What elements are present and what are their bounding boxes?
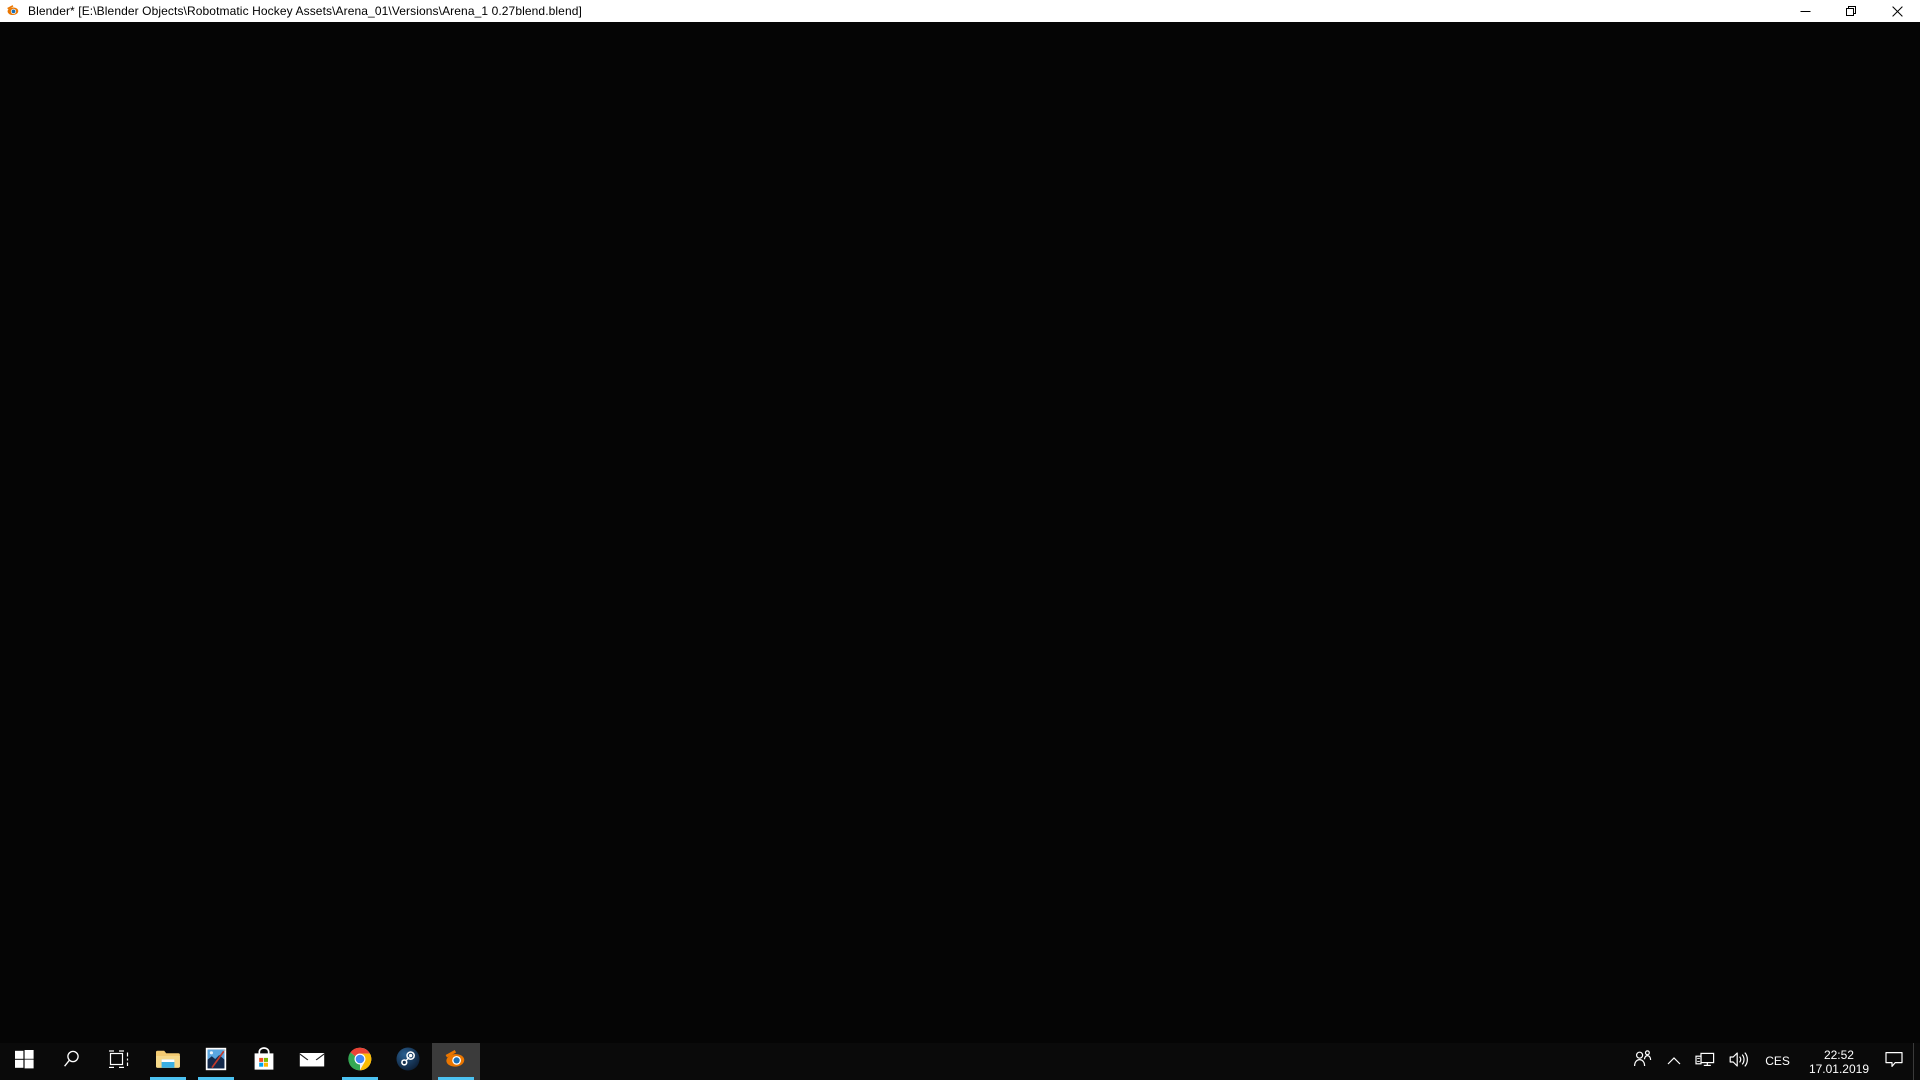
action-center-icon	[1885, 1051, 1903, 1073]
task-view-icon	[109, 1049, 131, 1074]
close-button[interactable]	[1874, 0, 1920, 22]
mail-button[interactable]	[288, 1043, 336, 1080]
minimize-button[interactable]	[1782, 0, 1828, 22]
clock-time: 22:52	[1823, 1047, 1854, 1062]
window-controls	[1782, 0, 1920, 22]
window-titlebar[interactable]: Blender* [E:\Blender Objects\Robotmatic …	[0, 0, 1920, 22]
clock-date: 17.01.2019	[1808, 1061, 1869, 1076]
microsoft-store-button[interactable]	[240, 1043, 288, 1080]
taskbar-spacer	[480, 1043, 1626, 1080]
language-indicator[interactable]: CES	[1756, 1043, 1799, 1080]
action-center-button[interactable]	[1879, 1043, 1909, 1080]
windows-start-icon	[14, 1049, 34, 1074]
network-button[interactable]	[1688, 1043, 1722, 1080]
restore-button[interactable]	[1828, 0, 1874, 22]
folder-icon	[155, 1048, 181, 1075]
minimize-icon	[1800, 6, 1811, 17]
search-button[interactable]	[48, 1043, 96, 1080]
blender-button[interactable]	[432, 1043, 480, 1080]
restore-icon	[1845, 5, 1857, 17]
close-icon	[1891, 5, 1903, 17]
file-explorer-button[interactable]	[144, 1043, 192, 1080]
speaker-icon	[1729, 1051, 1749, 1073]
blender-icon	[443, 1047, 469, 1076]
clock[interactable]: 22:52 17.01.2019	[1799, 1043, 1879, 1080]
network-monitor-icon	[1695, 1051, 1715, 1073]
steam-button[interactable]	[384, 1043, 432, 1080]
people-button[interactable]	[1626, 1043, 1660, 1080]
show-hidden-icons-button[interactable]	[1660, 1043, 1688, 1080]
task-view-button[interactable]	[96, 1043, 144, 1080]
envelope-icon	[299, 1049, 325, 1074]
desktop-screen: Blender* [E:\Blender Objects\Robotmatic …	[0, 0, 1920, 1080]
chevron-up-icon	[1667, 1053, 1681, 1071]
volume-button[interactable]	[1722, 1043, 1756, 1080]
window-title: Blender* [E:\Blender Objects\Robotmatic …	[28, 4, 582, 18]
photos-button[interactable]	[192, 1043, 240, 1080]
photos-icon	[205, 1047, 227, 1076]
blender-icon	[5, 3, 21, 19]
taskbar-buttons	[0, 1043, 480, 1080]
steam-icon	[396, 1047, 420, 1076]
people-icon	[1633, 1050, 1653, 1073]
chrome-icon	[348, 1047, 372, 1076]
start-button[interactable]	[0, 1043, 48, 1080]
system-tray: CES 22:52 17.01.2019	[1626, 1043, 1920, 1080]
store-bag-icon	[253, 1047, 275, 1076]
windows-taskbar: CES 22:52 17.01.2019	[0, 1043, 1920, 1080]
titlebar-left: Blender* [E:\Blender Objects\Robotmatic …	[0, 0, 1782, 22]
search-icon	[62, 1049, 82, 1074]
blender-viewport[interactable]	[0, 22, 1920, 1043]
chrome-button[interactable]	[336, 1043, 384, 1080]
show-desktop-button[interactable]	[1913, 1043, 1920, 1080]
